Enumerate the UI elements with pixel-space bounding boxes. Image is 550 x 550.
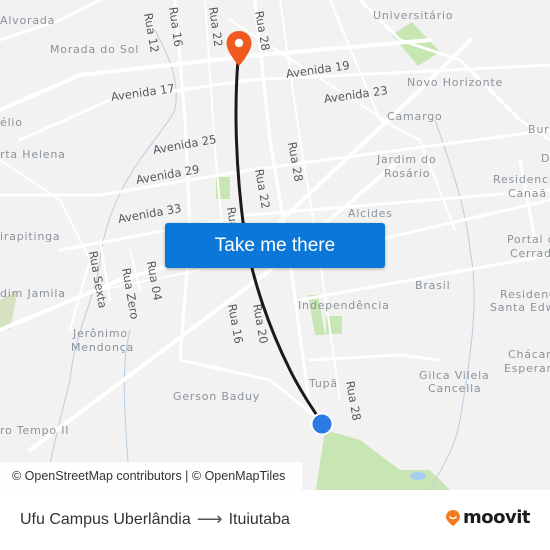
neighborhood-label: ro Tempo II: [0, 424, 70, 437]
neighborhood-label: Morada do Sol: [50, 43, 140, 56]
neighborhood-label: Residenci: [493, 173, 550, 186]
neighborhood-label: Mendonça: [71, 341, 135, 354]
neighborhood-label: Gilca Vilela: [419, 369, 490, 382]
neighborhood-label: irapitinga: [0, 230, 61, 243]
neighborhood-label: Alvorada: [0, 14, 56, 27]
take-me-there-button[interactable]: Take me there: [165, 223, 385, 268]
origin-name: Ufu Campus Uberlândia: [20, 510, 191, 528]
neighborhood-label: Buri: [528, 123, 550, 136]
neighborhood-label: Camargo: [387, 110, 443, 123]
lake: [410, 472, 426, 480]
neighborhood-label: Jardim do: [377, 153, 437, 166]
destination-pin-icon[interactable]: [225, 30, 253, 68]
neighborhood-label: Alcides: [348, 207, 393, 220]
attribution-text: © OpenStreetMap contributors | © OpenMap…: [12, 469, 286, 483]
origin-dot-icon[interactable]: [310, 412, 334, 436]
map-view[interactable]: Alvorada Morada do Sol Universitário Nov…: [0, 0, 550, 490]
footer-bar: Ufu Campus Uberlândia ⟶ Ituiutaba moovit: [0, 490, 550, 550]
destination-name: Ituiutaba: [228, 510, 290, 528]
neighborhood-label: Tupã: [309, 377, 338, 390]
neighborhood-label: Universitário: [373, 9, 454, 22]
route-summary: Ufu Campus Uberlândia ⟶ Ituiutaba: [20, 509, 290, 530]
stream-east: [429, 119, 475, 490]
neighborhood-label: Novo Horizonte: [407, 76, 504, 89]
neighborhood-label: Cerrad: [510, 247, 550, 260]
neighborhood-label: élio: [0, 116, 23, 129]
neighborhood-label: rta Helena: [0, 148, 66, 161]
neighborhood-label: dim Jamila: [0, 287, 66, 300]
neighborhood-label: Esperan: [504, 362, 550, 375]
map-attribution[interactable]: © OpenStreetMap contributors | © OpenMap…: [0, 462, 302, 490]
neighborhood-label: Jerônimo: [73, 327, 128, 340]
neighborhood-label: Residenc: [500, 288, 550, 301]
neighborhood-label: Portal d: [507, 233, 550, 246]
moovit-logo[interactable]: moovit: [445, 507, 531, 528]
neighborhood-label: Cancella: [428, 382, 482, 395]
arrow-right-icon: ⟶: [196, 509, 223, 530]
park-south: [316, 430, 450, 490]
moovit-pin-icon: [446, 509, 460, 526]
neighborhood-label: Brasil: [415, 279, 451, 292]
neighborhood-label: D: [541, 152, 550, 165]
neighborhood-label: Rosário: [384, 167, 431, 180]
neighborhood-label: Santa Edw: [490, 301, 550, 314]
neighborhood-label: Canaã: [508, 187, 547, 200]
moovit-wordmark: moovit: [463, 507, 531, 528]
neighborhood-label: Chácar: [508, 348, 550, 361]
neighborhood-label: Independência: [298, 299, 390, 312]
neighborhood-label: Gerson Baduy: [173, 390, 261, 403]
